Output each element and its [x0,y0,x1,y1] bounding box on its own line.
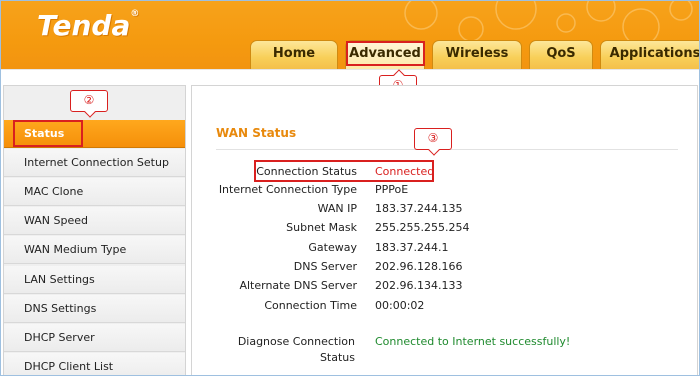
status-label: Connection Time [264,299,357,312]
header-bar: Tenda® Home Advanced Wireless QoS Applic… [1,1,699,69]
tenda-logo: Tenda® [37,9,139,42]
status-value: 202.96.134.133 [375,279,463,292]
callout-3-label: ③ [427,131,439,145]
status-row-connection-time: Connection Time 00:00:02 [192,297,697,315]
header-underline-band [1,69,699,86]
section-title: WAN Status [216,126,297,140]
diagnose-label: Diagnose Connection Status [155,334,355,366]
status-row-wan-ip: WAN IP 183.37.244.135 [192,200,697,218]
status-value: 183.37.244.1 [375,241,449,254]
status-label: Alternate DNS Server [239,279,357,292]
logo-text: Tenda [37,9,131,42]
callout-2-label: ② [83,93,95,107]
callout-2: ② [70,90,108,118]
status-row-gateway: Gateway 183.37.244.1 [192,239,697,257]
status-row-diagnose: Diagnose Connection Status Connected to … [192,334,697,368]
callout-3: ③ [414,128,452,156]
tab-applications[interactable]: Applications [600,40,699,69]
diagnose-label-line2: Status [319,351,355,364]
diagnose-value: Connected to Internet successfully! [375,335,571,348]
status-label: Internet Connection Type [218,183,357,196]
highlight-box-status [13,120,83,147]
status-value: 183.37.244.135 [375,202,463,215]
status-value: PPPoE [375,183,409,196]
status-row-connection-type: Internet Connection Type PPPoE [192,181,697,199]
tab-home[interactable]: Home [250,40,338,69]
status-label: WAN IP [317,202,357,215]
highlight-box-connection-status [254,160,434,182]
status-value: 00:00:02 [375,299,425,312]
highlight-box-advanced [346,41,425,66]
router-admin-page: Tenda® Home Advanced Wireless QoS Applic… [0,0,700,376]
status-row-dns-server: DNS Server 202.96.128.166 [192,258,697,276]
status-label: Gateway [308,241,357,254]
status-value: 202.96.128.166 [375,260,463,273]
status-row-alternate-dns: Alternate DNS Server 202.96.134.133 [192,277,697,295]
status-row-subnet-mask: Subnet Mask 255.255.255.254 [192,219,697,237]
tab-wireless[interactable]: Wireless [432,40,522,69]
tab-qos[interactable]: QoS [529,40,593,69]
registered-mark: ® [130,9,140,19]
status-label: DNS Server [293,260,357,273]
status-label: Subnet Mask [286,221,357,234]
diagnose-label-line1: Diagnose Connection [237,335,355,348]
status-value: 255.255.255.254 [375,221,470,234]
